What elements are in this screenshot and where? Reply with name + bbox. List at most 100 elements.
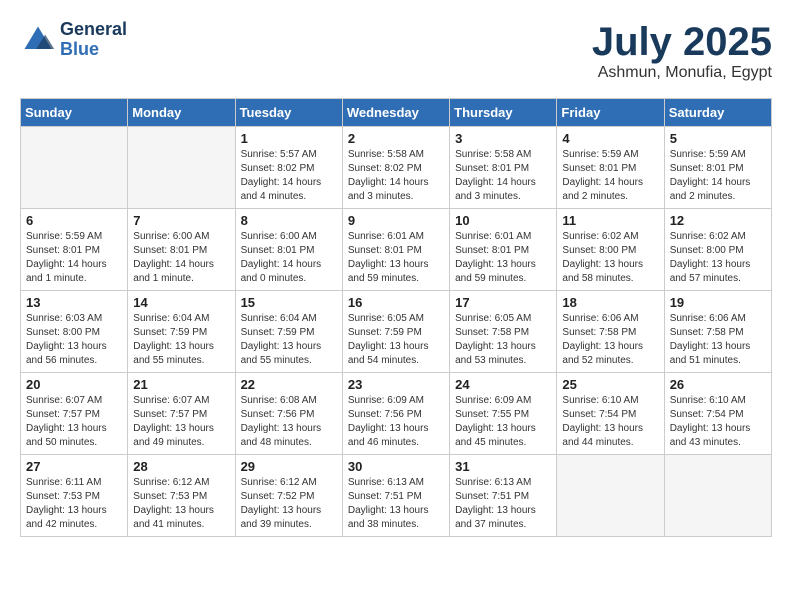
day-number: 22 — [241, 377, 337, 392]
day-number: 14 — [133, 295, 229, 310]
weekday-header-saturday: Saturday — [664, 99, 771, 127]
calendar-cell: 29 Sunrise: 6:12 AM Sunset: 7:52 PM Dayli… — [235, 455, 342, 537]
calendar-cell: 2 Sunrise: 5:58 AM Sunset: 8:02 PM Daylig… — [342, 127, 449, 209]
calendar-cell: 1 Sunrise: 5:57 AM Sunset: 8:02 PM Daylig… — [235, 127, 342, 209]
day-number: 28 — [133, 459, 229, 474]
day-number: 29 — [241, 459, 337, 474]
calendar-cell: 10 Sunrise: 6:01 AM Sunset: 8:01 PM Dayli… — [450, 209, 557, 291]
calendar-cell: 12 Sunrise: 6:02 AM Sunset: 8:00 PM Dayli… — [664, 209, 771, 291]
day-number: 15 — [241, 295, 337, 310]
calendar-cell — [557, 455, 664, 537]
day-number: 11 — [562, 213, 658, 228]
day-info: Sunrise: 6:04 AM Sunset: 7:59 PM Dayligh… — [133, 312, 229, 368]
calendar-cell: 14 Sunrise: 6:04 AM Sunset: 7:59 PM Dayli… — [128, 291, 235, 373]
calendar-cell: 15 Sunrise: 6:04 AM Sunset: 7:59 PM Dayli… — [235, 291, 342, 373]
weekday-header-tuesday: Tuesday — [235, 99, 342, 127]
day-number: 6 — [26, 213, 122, 228]
calendar-cell: 16 Sunrise: 6:05 AM Sunset: 7:59 PM Dayli… — [342, 291, 449, 373]
location: Ashmun, Monufia, Egypt — [592, 64, 772, 82]
weekday-header-row: SundayMondayTuesdayWednesdayThursdayFrid… — [21, 99, 772, 127]
day-info: Sunrise: 5:58 AM Sunset: 8:02 PM Dayligh… — [348, 148, 444, 204]
day-info: Sunrise: 5:59 AM Sunset: 8:01 PM Dayligh… — [26, 230, 122, 286]
week-row-4: 20 Sunrise: 6:07 AM Sunset: 7:57 PM Dayli… — [21, 373, 772, 455]
calendar-cell: 9Sunrise: 6:01 AM Sunset: 8:01 PM Daylig… — [342, 209, 449, 291]
calendar-cell: 27 Sunrise: 6:11 AM Sunset: 7:53 PM Dayli… — [21, 455, 128, 537]
day-info: Sunrise: 6:07 AM Sunset: 7:57 PM Dayligh… — [133, 394, 229, 450]
day-info: Sunrise: 6:11 AM Sunset: 7:53 PM Dayligh… — [26, 476, 122, 532]
calendar-cell: 22Sunrise: 6:08 AM Sunset: 7:56 PM Dayli… — [235, 373, 342, 455]
day-number: 7 — [133, 213, 229, 228]
day-info: Sunrise: 6:03 AM Sunset: 8:00 PM Dayligh… — [26, 312, 122, 368]
day-number: 13 — [26, 295, 122, 310]
day-info: Sunrise: 5:59 AM Sunset: 8:01 PM Dayligh… — [562, 148, 658, 204]
calendar: SundayMondayTuesdayWednesdayThursdayFrid… — [20, 98, 772, 537]
day-number: 24 — [455, 377, 551, 392]
calendar-cell: 17Sunrise: 6:05 AM Sunset: 7:58 PM Dayli… — [450, 291, 557, 373]
day-number: 27 — [26, 459, 122, 474]
calendar-cell — [128, 127, 235, 209]
day-info: Sunrise: 6:09 AM Sunset: 7:55 PM Dayligh… — [455, 394, 551, 450]
week-row-3: 13 Sunrise: 6:03 AM Sunset: 8:00 PM Dayli… — [21, 291, 772, 373]
calendar-cell: 23 Sunrise: 6:09 AM Sunset: 7:56 PM Dayli… — [342, 373, 449, 455]
day-info: Sunrise: 6:06 AM Sunset: 7:58 PM Dayligh… — [670, 312, 766, 368]
calendar-cell: 13 Sunrise: 6:03 AM Sunset: 8:00 PM Dayli… — [21, 291, 128, 373]
day-info: Sunrise: 6:02 AM Sunset: 8:00 PM Dayligh… — [670, 230, 766, 286]
day-number: 5 — [670, 131, 766, 146]
day-info: Sunrise: 6:01 AM Sunset: 8:01 PM Dayligh… — [348, 230, 444, 286]
page-header: General Blue July 2025 Ashmun, Monufia, … — [20, 20, 772, 82]
day-number: 31 — [455, 459, 551, 474]
day-info: Sunrise: 6:00 AM Sunset: 8:01 PM Dayligh… — [133, 230, 229, 286]
calendar-cell: 19Sunrise: 6:06 AM Sunset: 7:58 PM Dayli… — [664, 291, 771, 373]
day-number: 2 — [348, 131, 444, 146]
calendar-cell: 7 Sunrise: 6:00 AM Sunset: 8:01 PM Daylig… — [128, 209, 235, 291]
day-info: Sunrise: 6:06 AM Sunset: 7:58 PM Dayligh… — [562, 312, 658, 368]
title-block: July 2025 Ashmun, Monufia, Egypt — [592, 20, 772, 82]
calendar-cell: 28Sunrise: 6:12 AM Sunset: 7:53 PM Dayli… — [128, 455, 235, 537]
day-number: 10 — [455, 213, 551, 228]
day-info: Sunrise: 6:04 AM Sunset: 7:59 PM Dayligh… — [241, 312, 337, 368]
calendar-cell: 24 Sunrise: 6:09 AM Sunset: 7:55 PM Dayli… — [450, 373, 557, 455]
day-number: 1 — [241, 131, 337, 146]
logo-general: General — [60, 20, 127, 40]
day-number: 17 — [455, 295, 551, 310]
day-info: Sunrise: 6:02 AM Sunset: 8:00 PM Dayligh… — [562, 230, 658, 286]
weekday-header-wednesday: Wednesday — [342, 99, 449, 127]
calendar-cell: 3Sunrise: 5:58 AM Sunset: 8:01 PM Daylig… — [450, 127, 557, 209]
weekday-header-thursday: Thursday — [450, 99, 557, 127]
day-number: 26 — [670, 377, 766, 392]
calendar-cell: 21Sunrise: 6:07 AM Sunset: 7:57 PM Dayli… — [128, 373, 235, 455]
month-title: July 2025 — [592, 20, 772, 64]
day-info: Sunrise: 5:57 AM Sunset: 8:02 PM Dayligh… — [241, 148, 337, 204]
calendar-cell: 8Sunrise: 6:00 AM Sunset: 8:01 PM Daylig… — [235, 209, 342, 291]
day-number: 20 — [26, 377, 122, 392]
day-number: 23 — [348, 377, 444, 392]
calendar-cell: 25 Sunrise: 6:10 AM Sunset: 7:54 PM Dayli… — [557, 373, 664, 455]
day-number: 4 — [562, 131, 658, 146]
calendar-cell: 4 Sunrise: 5:59 AM Sunset: 8:01 PM Daylig… — [557, 127, 664, 209]
calendar-cell: 31 Sunrise: 6:13 AM Sunset: 7:51 PM Dayli… — [450, 455, 557, 537]
weekday-header-monday: Monday — [128, 99, 235, 127]
weekday-header-friday: Friday — [557, 99, 664, 127]
day-info: Sunrise: 6:13 AM Sunset: 7:51 PM Dayligh… — [455, 476, 551, 532]
day-info: Sunrise: 6:12 AM Sunset: 7:52 PM Dayligh… — [241, 476, 337, 532]
logo-blue: Blue — [60, 40, 127, 60]
day-info: Sunrise: 6:01 AM Sunset: 8:01 PM Dayligh… — [455, 230, 551, 286]
day-info: Sunrise: 6:13 AM Sunset: 7:51 PM Dayligh… — [348, 476, 444, 532]
day-info: Sunrise: 6:05 AM Sunset: 7:59 PM Dayligh… — [348, 312, 444, 368]
weekday-header-sunday: Sunday — [21, 99, 128, 127]
day-info: Sunrise: 6:09 AM Sunset: 7:56 PM Dayligh… — [348, 394, 444, 450]
day-number: 16 — [348, 295, 444, 310]
day-number: 12 — [670, 213, 766, 228]
day-info: Sunrise: 6:10 AM Sunset: 7:54 PM Dayligh… — [562, 394, 658, 450]
logo: General Blue — [20, 20, 127, 60]
day-info: Sunrise: 6:10 AM Sunset: 7:54 PM Dayligh… — [670, 394, 766, 450]
calendar-cell: 18Sunrise: 6:06 AM Sunset: 7:58 PM Dayli… — [557, 291, 664, 373]
calendar-cell: 5Sunrise: 5:59 AM Sunset: 8:01 PM Daylig… — [664, 127, 771, 209]
logo-text: General Blue — [60, 20, 127, 60]
calendar-cell: 26 Sunrise: 6:10 AM Sunset: 7:54 PM Dayli… — [664, 373, 771, 455]
day-info: Sunrise: 6:00 AM Sunset: 8:01 PM Dayligh… — [241, 230, 337, 286]
week-row-5: 27 Sunrise: 6:11 AM Sunset: 7:53 PM Dayli… — [21, 455, 772, 537]
calendar-cell: 20Sunrise: 6:07 AM Sunset: 7:57 PM Dayli… — [21, 373, 128, 455]
day-number: 25 — [562, 377, 658, 392]
calendar-cell: 11 Sunrise: 6:02 AM Sunset: 8:00 PM Dayli… — [557, 209, 664, 291]
